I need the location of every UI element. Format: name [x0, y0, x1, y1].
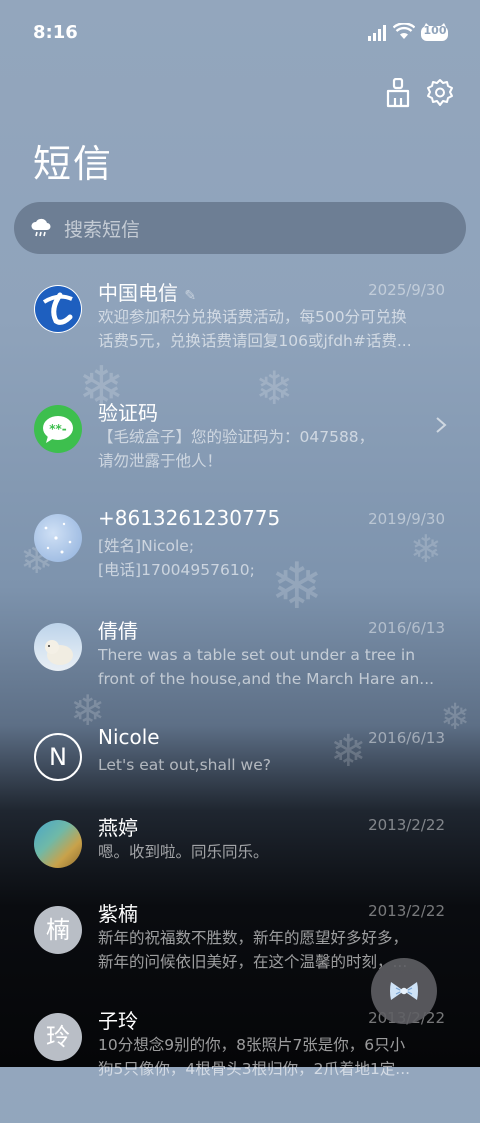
- chevron-right-icon: [436, 417, 447, 433]
- message-preview: There was a table set out under a tree i…: [98, 646, 435, 688]
- contact-name: Nicole: [98, 725, 160, 749]
- message-date: 2019/9/30: [368, 510, 445, 528]
- contact-name: 子玲: [98, 1009, 138, 1033]
- snow-photo-avatar: [34, 514, 82, 562]
- sms-bubble-icon: **-: [34, 405, 82, 453]
- china-telecom-logo-icon: [34, 285, 82, 333]
- contact-name: 中国电信 ✎: [98, 281, 197, 305]
- contact-name: 紫楠: [98, 902, 138, 926]
- battery-level: 100: [423, 24, 447, 37]
- message-preview: 嗯。收到啦。同乐同乐。: [98, 843, 269, 861]
- contact-name: 燕婷: [98, 816, 138, 840]
- wifi-icon: [393, 23, 415, 39]
- conversation-item[interactable]: 中国电信 ✎ 2025/9/30 欢迎参加积分兑换话费活动，每500分可兑换 话…: [0, 281, 480, 395]
- message-preview: [姓名]Nicole; [电话]17004957610;: [98, 537, 255, 579]
- status-bar: 8:16 100: [0, 0, 480, 64]
- settings-gear-icon[interactable]: [425, 78, 455, 108]
- letter-avatar: N: [34, 733, 82, 781]
- compose-fab-button[interactable]: [371, 958, 437, 1024]
- message-date: 2025/9/30: [368, 281, 445, 299]
- letter-avatar: 玲: [34, 1013, 82, 1061]
- message-date: 2013/2/22: [368, 816, 445, 834]
- conversation-item[interactable]: 玲 子玲 2013/2/22 10分想念9别的你，8张照片7张是你，6只小 狗5…: [0, 1009, 480, 1123]
- edit-pencil-icon: ✎: [184, 288, 197, 304]
- conversation-item[interactable]: 倩倩 2016/6/13 There was a table set out u…: [0, 619, 480, 733]
- message-preview: 10分想念9别的你，8张照片7张是你，6只小 狗5只像你，4根骨头3根归你，2爪…: [98, 1036, 411, 1078]
- cellular-signal-icon: [368, 25, 386, 41]
- letter-avatar: 楠: [34, 906, 82, 954]
- weather-cloud-rain-icon: [31, 218, 51, 237]
- search-placeholder: 搜索短信: [64, 219, 141, 241]
- message-date: 2016/6/13: [368, 619, 445, 637]
- message-preview: 【毛绒盒子】您的验证码为：047588， 请勿泄露于他人！: [98, 428, 375, 470]
- search-bar[interactable]: 搜索短信: [14, 202, 466, 254]
- clean-broom-icon[interactable]: [383, 78, 413, 108]
- conversation-item[interactable]: +8613261230775 2019/9/30 [姓名]Nicole; [电话…: [0, 506, 480, 624]
- contact-name: +8613261230775: [98, 506, 281, 530]
- conversation-item[interactable]: **- 验证码 【毛绒盒子】您的验证码为：047588， 请勿泄露于他人！: [0, 401, 480, 515]
- message-date: 2013/2/22: [368, 902, 445, 920]
- status-time: 8:16: [33, 22, 78, 43]
- bow-tie-icon: [390, 982, 418, 1000]
- page-title: 短信: [33, 142, 114, 186]
- svg-text:**-: **-: [49, 422, 67, 436]
- message-date: 2016/6/13: [368, 729, 445, 747]
- landscape-photo-avatar: [34, 820, 82, 868]
- contact-name: 倩倩: [98, 619, 138, 643]
- polar-bear-photo-avatar: [34, 623, 82, 671]
- message-preview: Let's eat out,shall we?: [98, 756, 271, 774]
- contact-name: 验证码: [98, 401, 158, 425]
- message-preview: 欢迎参加积分兑换话费活动，每500分可兑换 话费5元，兑换话费请回复106或jf…: [98, 308, 412, 350]
